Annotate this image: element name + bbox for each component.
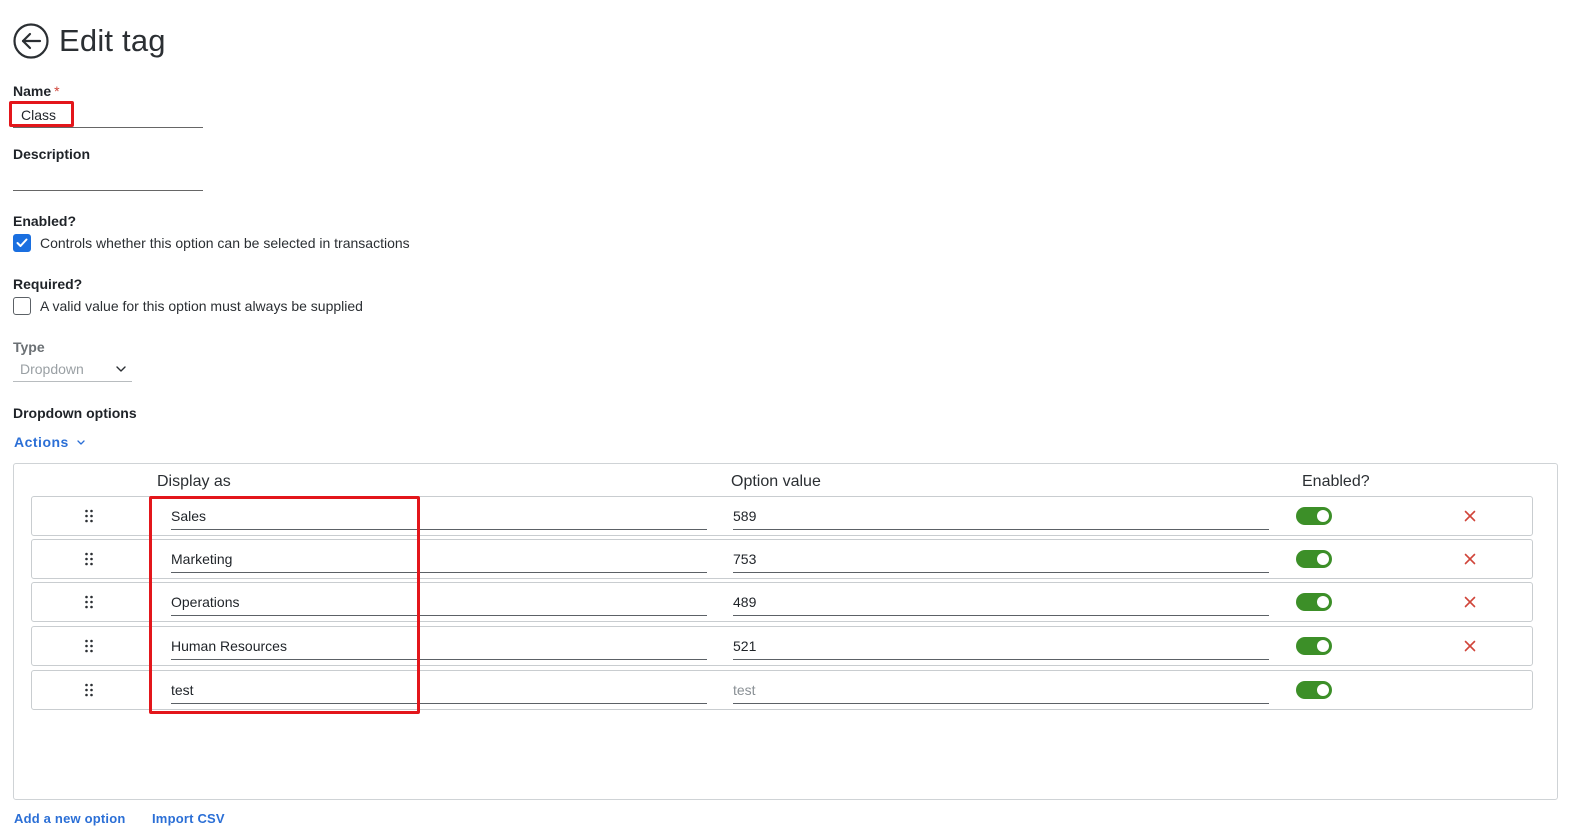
required-checkbox-text: A valid value for this option must alway… [40, 298, 363, 314]
delete-icon[interactable] [1464, 553, 1476, 565]
chevron-down-icon [116, 366, 126, 372]
option-row: Operations 489 [31, 582, 1533, 622]
option-value-input[interactable]: 753 [733, 544, 1269, 573]
option-display-input[interactable]: Operations [171, 587, 707, 616]
back-arrow-icon[interactable] [13, 23, 49, 59]
drag-handle-icon[interactable] [84, 594, 94, 610]
checkmark-icon [16, 238, 28, 247]
actions-menu[interactable]: Actions [14, 434, 85, 450]
option-value-input[interactable]: 489 [733, 587, 1269, 616]
required-checkbox[interactable] [13, 297, 31, 315]
enabled-checkbox-row: Controls whether this option can be sele… [13, 234, 410, 252]
option-enabled-toggle[interactable] [1296, 593, 1332, 611]
type-label: Type [13, 339, 45, 355]
option-enabled-toggle[interactable] [1296, 681, 1332, 699]
option-row: Marketing 753 [31, 539, 1533, 579]
enabled-checkbox-text: Controls whether this option can be sele… [40, 235, 410, 251]
drag-handle-icon[interactable] [84, 508, 94, 524]
option-display-input[interactable]: Sales [171, 501, 707, 530]
type-select[interactable]: Dropdown [13, 357, 132, 382]
option-row: test test [31, 670, 1533, 710]
enabled-checkbox[interactable] [13, 234, 31, 252]
option-value-input[interactable]: test [733, 675, 1269, 704]
drag-handle-icon[interactable] [84, 682, 94, 698]
column-header-enabled: Enabled? [1302, 473, 1370, 490]
option-display-input[interactable]: Marketing [171, 544, 707, 573]
enabled-label: Enabled? [13, 213, 77, 229]
description-input[interactable] [13, 165, 203, 191]
add-option-link[interactable]: Add a new option [14, 811, 126, 826]
chevron-down-icon [77, 439, 85, 445]
name-input[interactable]: Class [13, 102, 203, 128]
option-display-input[interactable]: Human Resources [171, 631, 707, 660]
required-label: Required? [13, 276, 83, 292]
name-label: Name * [13, 83, 60, 99]
actions-label: Actions [14, 434, 69, 450]
drag-handle-icon[interactable] [84, 551, 94, 567]
page-header: Edit tag [13, 22, 166, 60]
delete-icon[interactable] [1464, 640, 1476, 652]
drag-handle-icon[interactable] [84, 638, 94, 654]
option-display-input[interactable]: test [171, 675, 707, 704]
type-select-value: Dropdown [20, 361, 84, 377]
option-enabled-toggle[interactable] [1296, 637, 1332, 655]
import-csv-link[interactable]: Import CSV [152, 811, 225, 826]
delete-icon[interactable] [1464, 596, 1476, 608]
column-header-display: Display as [157, 473, 231, 490]
page-title: Edit tag [59, 23, 166, 58]
option-row: Sales 589 [31, 496, 1533, 536]
required-marker: * [54, 83, 60, 99]
required-checkbox-row: A valid value for this option must alway… [13, 297, 363, 315]
description-label: Description [13, 146, 91, 162]
edit-tag-page: Edit tag Name * Class Description Enabled… [0, 0, 1578, 836]
name-label-text: Name [13, 83, 52, 99]
option-value-input[interactable]: 589 [733, 501, 1269, 530]
option-value-input[interactable]: 521 [733, 631, 1269, 660]
dropdown-options-heading: Dropdown options [13, 405, 137, 421]
column-header-value: Option value [731, 473, 821, 490]
delete-icon[interactable] [1464, 510, 1476, 522]
option-enabled-toggle[interactable] [1296, 507, 1332, 525]
option-enabled-toggle[interactable] [1296, 550, 1332, 568]
option-row: Human Resources 521 [31, 626, 1533, 666]
